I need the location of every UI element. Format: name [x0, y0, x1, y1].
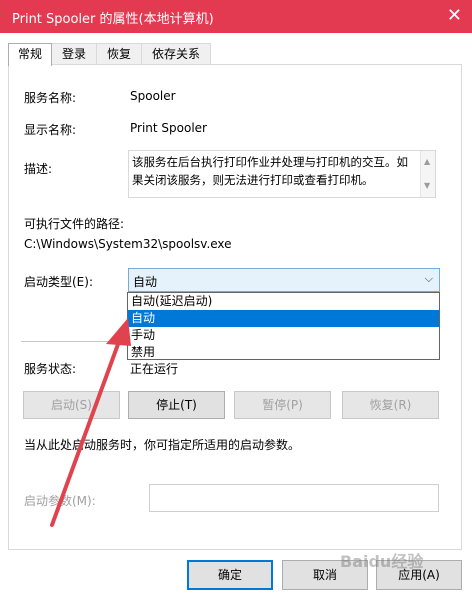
close-icon[interactable]: ✕ [447, 5, 462, 26]
tab-dependencies[interactable]: 依存关系 [141, 43, 211, 64]
separator [21, 341, 121, 342]
tab-general[interactable]: 常规 [8, 43, 52, 66]
startup-type-dropdown: 自动(延迟启动) 自动 手动 禁用 [127, 292, 440, 360]
start-params-label: 启动参数(M): [24, 494, 96, 508]
watermark: Baidu经验 [340, 552, 424, 571]
description-text: 该服务在后台执行打印作业并处理与打印机的交互。如果关闭该服务，则无法进行打印或查… [132, 155, 408, 187]
service-status-value: 正在运行 [130, 362, 179, 376]
exe-path-value: C:\Windows\System32\spoolsv.exe [24, 237, 232, 251]
title-bar[interactable]: Print Spooler 的属性(本地计算机) ✕ [0, 0, 472, 33]
window-title: Print Spooler 的属性(本地计算机) [12, 12, 214, 27]
chevron-down-icon[interactable]: ⌵ [425, 272, 433, 286]
start-params-input[interactable] [149, 484, 439, 512]
start-params-hint: 当从此处启动服务时，你可指定所适用的启动参数。 [24, 438, 301, 452]
ok-button[interactable]: 确定 [187, 560, 273, 590]
description-box[interactable]: 该服务在后台执行打印作业并处理与打印机的交互。如果关闭该服务，则无法进行打印或查… [128, 150, 436, 198]
display-name-label: 显示名称: [24, 123, 77, 137]
description-scrollbar[interactable]: ▲ ▼ [420, 151, 435, 197]
scroll-down-icon[interactable]: ▼ [424, 177, 430, 195]
tab-logon[interactable]: 登录 [51, 43, 97, 64]
pause-button[interactable]: 暂停(P) [234, 391, 331, 419]
option-manual[interactable]: 手动 [128, 327, 439, 344]
startup-type-select[interactable]: 自动 ⌵ [128, 268, 440, 292]
service-name-label: 服务名称: [24, 91, 77, 105]
service-status-label: 服务状态: [24, 362, 77, 376]
scroll-up-icon[interactable]: ▲ [424, 153, 430, 171]
display-name-value: Print Spooler [130, 121, 207, 135]
service-name-value: Spooler [130, 89, 176, 103]
startup-type-label: 启动类型(E): [24, 275, 93, 289]
stop-button[interactable]: 停止(T) [128, 391, 225, 419]
exe-path-label: 可执行文件的路径: [24, 217, 125, 231]
tab-recovery[interactable]: 恢复 [96, 43, 142, 64]
option-auto[interactable]: 自动 [128, 310, 439, 327]
option-disabled[interactable]: 禁用 [128, 344, 439, 361]
start-button[interactable]: 启动(S) [23, 391, 120, 419]
description-label: 描述: [24, 162, 53, 176]
resume-button[interactable]: 恢复(R) [342, 391, 439, 419]
option-auto-delayed[interactable]: 自动(延迟启动) [128, 293, 439, 310]
startup-type-selected: 自动 [133, 275, 158, 289]
